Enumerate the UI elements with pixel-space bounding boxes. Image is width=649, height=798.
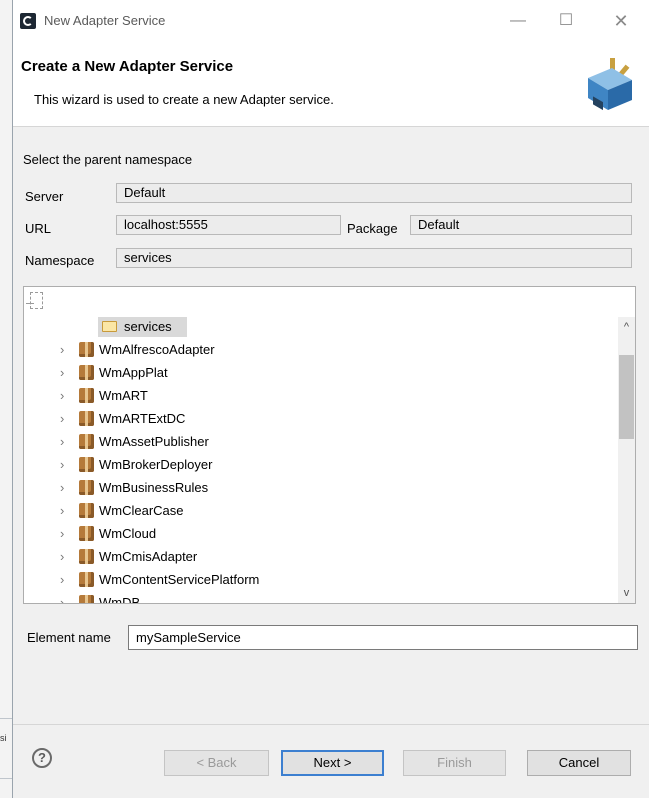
background-window: si	[0, 0, 12, 798]
background-divider	[0, 718, 12, 719]
tree-item-label: WmARTExtDC	[99, 411, 186, 426]
adapter-plug-icon	[588, 58, 632, 111]
url-label: URL	[25, 221, 52, 236]
back-button[interactable]: < Back	[164, 750, 269, 776]
tree-item[interactable]: › WmContentServicePlatform	[24, 569, 604, 591]
background-divider	[0, 778, 12, 779]
expand-chevron-icon[interactable]: ›	[60, 411, 74, 426]
package-icon	[79, 480, 94, 495]
package-label: Package	[347, 221, 398, 236]
server-label: Server	[25, 189, 64, 204]
namespace-tree[interactable]: services › WmAlfrescoAdapter › WmAppPlat › Wm…	[23, 286, 636, 604]
package-icon	[79, 388, 94, 403]
tree-item[interactable]: › WmAppPlat	[24, 362, 604, 384]
footer-divider	[13, 724, 649, 725]
server-field: Default	[116, 183, 632, 203]
window-title: New Adapter Service	[44, 13, 166, 28]
new-adapter-service-dialog: New Adapter Service — ☐ ✕ Create a New A…	[12, 0, 649, 798]
tree-item-label: WmAlfrescoAdapter	[99, 342, 215, 357]
cancel-button[interactable]: Cancel	[527, 750, 631, 776]
url-field: localhost:5555	[116, 215, 341, 235]
maximize-button[interactable]: ☐	[551, 8, 581, 34]
tree-item-label: WmBrokerDeployer	[99, 457, 213, 472]
package-icon	[79, 572, 94, 587]
finish-button[interactable]: Finish	[403, 750, 506, 776]
expand-chevron-icon[interactable]: ›	[60, 434, 74, 449]
title-bar: New Adapter Service — ☐ ✕	[13, 0, 649, 42]
expand-chevron-icon[interactable]: ›	[60, 480, 74, 495]
tree-item-label: WmAppPlat	[99, 365, 168, 380]
expand-chevron-icon[interactable]: ›	[60, 388, 74, 403]
expand-chevron-icon[interactable]: ›	[60, 503, 74, 518]
tree-item-label: WmAssetPublisher	[99, 434, 209, 449]
minimize-button[interactable]: —	[503, 8, 533, 34]
scroll-thumb[interactable]	[619, 355, 634, 439]
tree-item[interactable]: › WmART	[24, 385, 604, 407]
expand-chevron-icon[interactable]: ›	[60, 457, 74, 472]
wizard-header: Create a New Adapter Service This wizard…	[13, 42, 649, 127]
tree-item[interactable]: › WmAlfrescoAdapter	[24, 339, 604, 361]
scroll-up-icon[interactable]: ^	[618, 317, 635, 337]
background-text-fragment: si	[0, 733, 7, 743]
tree-item-label: WmContentServicePlatform	[99, 572, 260, 587]
tree-rows: › WmAlfrescoAdapter › WmAppPlat › WmART › WmART…	[24, 287, 635, 603]
element-name-input[interactable]: mySampleService	[128, 625, 638, 650]
package-icon	[79, 342, 94, 357]
expand-chevron-icon[interactable]: ›	[60, 526, 74, 541]
expand-chevron-icon[interactable]: ›	[60, 572, 74, 587]
tree-item[interactable]: › WmDB	[24, 592, 604, 603]
expand-chevron-icon[interactable]: ›	[60, 595, 74, 603]
tree-item-label: WmCmisAdapter	[99, 549, 198, 564]
expand-chevron-icon[interactable]: ›	[60, 365, 74, 380]
tree-item-label: WmCloud	[99, 526, 157, 541]
element-name-label: Element name	[27, 630, 111, 645]
tree-item[interactable]: › WmClearCase	[24, 500, 604, 522]
package-icon	[79, 411, 94, 426]
namespace-section-label: Select the parent namespace	[23, 152, 193, 167]
tree-scrollbar[interactable]: ^ v	[618, 317, 635, 603]
package-icon	[79, 365, 94, 380]
package-icon	[79, 457, 94, 472]
namespace-label: Namespace	[25, 253, 95, 268]
package-icon	[79, 434, 94, 449]
tree-item[interactable]: › WmCmisAdapter	[24, 546, 604, 568]
expand-chevron-icon[interactable]: ›	[60, 549, 74, 564]
wizard-description: This wizard is used to create a new Adap…	[34, 92, 334, 107]
help-icon[interactable]: ?	[32, 748, 52, 768]
namespace-field: services	[116, 248, 632, 268]
close-button[interactable]: ✕	[606, 8, 636, 34]
app-logo-icon	[20, 13, 36, 29]
tree-item-label: WmDB	[99, 595, 141, 603]
tree-item[interactable]: › WmBusinessRules	[24, 477, 604, 499]
tree-item-label: WmBusinessRules	[99, 480, 209, 495]
expand-chevron-icon[interactable]: ›	[60, 342, 74, 357]
tree-item[interactable]: › WmAssetPublisher	[24, 431, 604, 453]
tree-item[interactable]: › WmARTExtDC	[24, 408, 604, 430]
tree-item[interactable]: › WmBrokerDeployer	[24, 454, 604, 476]
tree-item[interactable]: › WmCloud	[24, 523, 604, 545]
package-icon	[79, 595, 94, 603]
package-icon	[79, 503, 94, 518]
tree-item-label: WmClearCase	[99, 503, 184, 518]
scroll-down-icon[interactable]: v	[618, 583, 635, 603]
package-field: Default	[410, 215, 632, 235]
package-icon	[79, 549, 94, 564]
next-button[interactable]: Next >	[281, 750, 384, 776]
wizard-title: Create a New Adapter Service	[21, 58, 234, 75]
package-icon	[79, 526, 94, 541]
tree-item-label: WmART	[99, 388, 148, 403]
